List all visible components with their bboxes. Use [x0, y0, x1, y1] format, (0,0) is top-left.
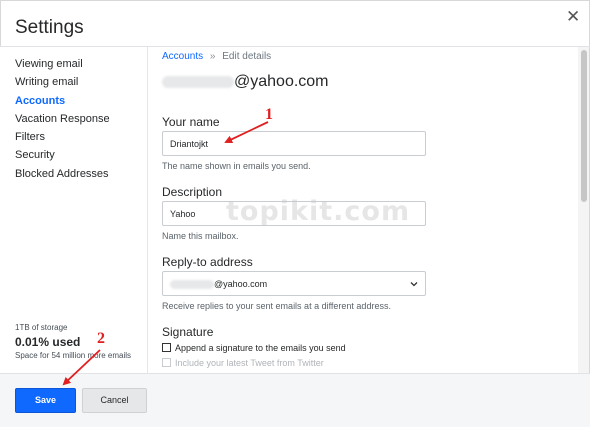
sidebar-item-viewing-email[interactable]: Viewing email	[15, 58, 110, 76]
your-name-input[interactable]: Driantojkt	[162, 131, 426, 156]
reply-to-select[interactable]: @yahoo.com	[162, 271, 426, 296]
your-name-label: Your name	[162, 115, 220, 129]
dialog-title: Settings	[15, 17, 84, 38]
reply-to-help: Receive replies to your sent emails at a…	[162, 301, 391, 311]
account-email: @yahoo.com	[162, 73, 329, 91]
storage-used: 0.01% used	[15, 335, 81, 349]
sidebar-nav: Viewing email Writing email Accounts Vac…	[15, 58, 110, 186]
reply-to-value-domain: @yahoo.com	[214, 279, 268, 289]
account-email-domain: @yahoo.com	[234, 73, 329, 90]
append-signature-checkbox[interactable]	[162, 343, 171, 352]
storage-note: Space for 54 million more emails	[15, 351, 132, 360]
include-tweet-checkbox	[162, 358, 171, 367]
sidebar-item-filters[interactable]: Filters	[15, 131, 110, 149]
sidebar-item-accounts[interactable]: Accounts	[15, 95, 110, 113]
double-chevron-icon: »	[209, 51, 216, 62]
reply-to-label: Reply-to address	[162, 255, 253, 269]
watermark: topikit.com	[226, 196, 411, 227]
scrollbar-thumb[interactable]	[581, 50, 587, 202]
annotation-number-1: 1	[265, 106, 273, 123]
storage-total: 1TB of storage	[15, 323, 68, 332]
sidebar-item-security[interactable]: Security	[15, 149, 110, 167]
breadcrumb: Accounts » Edit details	[162, 51, 271, 62]
save-button[interactable]: Save	[15, 388, 76, 413]
include-tweet-label: Include your latest Tweet from Twitter	[175, 358, 324, 368]
annotation-number-2: 2	[97, 330, 105, 347]
sidebar-item-vacation-response[interactable]: Vacation Response	[15, 113, 110, 131]
description-label: Description	[162, 185, 223, 199]
append-signature-checkbox-row[interactable]: Append a signature to the emails you sen…	[162, 343, 346, 353]
signature-label: Signature	[162, 325, 214, 339]
sidebar-item-writing-email[interactable]: Writing email	[15, 76, 110, 94]
append-signature-label: Append a signature to the emails you sen…	[175, 343, 346, 353]
include-tweet-checkbox-row: Include your latest Tweet from Twitter	[162, 358, 324, 368]
your-name-help: The name shown in emails you send.	[162, 161, 311, 171]
close-icon[interactable]: ✕	[566, 7, 580, 27]
description-help: Name this mailbox.	[162, 231, 239, 241]
redacted-username	[162, 75, 234, 88]
sidebar-item-blocked-addresses[interactable]: Blocked Addresses	[15, 168, 110, 186]
cancel-button[interactable]: Cancel	[82, 388, 147, 413]
breadcrumb-accounts-link[interactable]: Accounts	[162, 51, 203, 62]
breadcrumb-current: Edit details	[222, 51, 272, 62]
chevron-down-icon	[410, 282, 418, 287]
redacted-reply-username	[170, 280, 214, 290]
